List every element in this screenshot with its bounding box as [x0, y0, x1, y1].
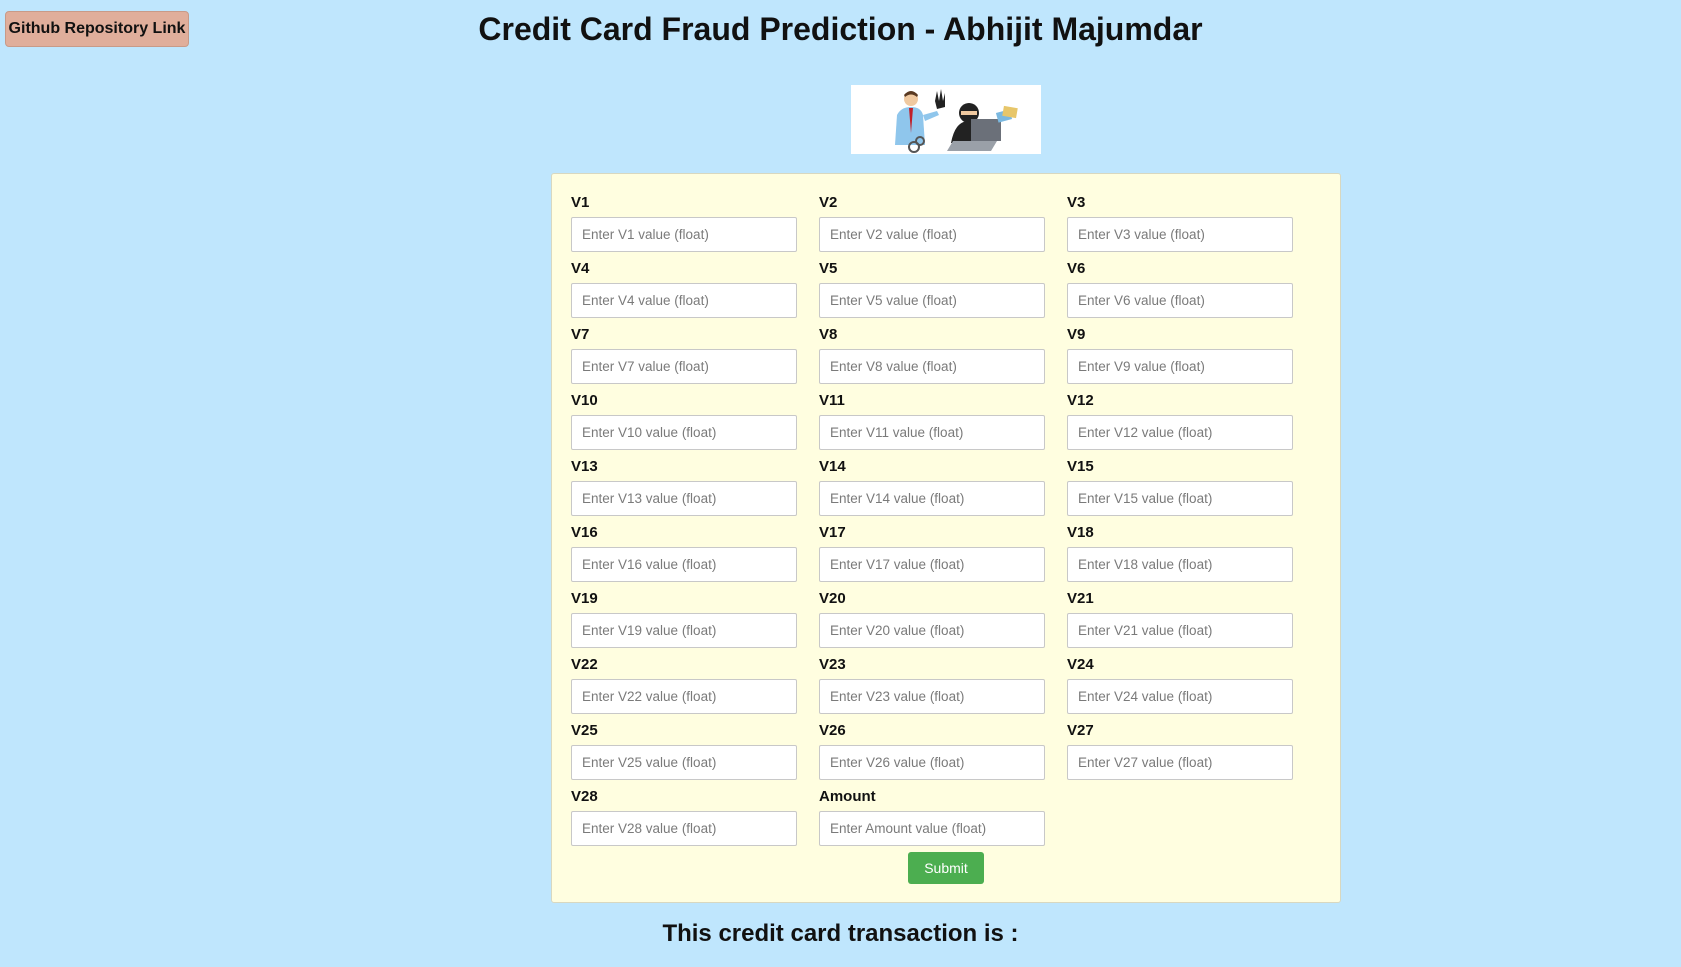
field-v8: V8 — [819, 325, 1067, 391]
label-v1: V1 — [571, 194, 590, 211]
field-v24: V24 — [1067, 655, 1293, 721]
input-v18[interactable] — [1067, 547, 1293, 582]
field-v9: V9 — [1067, 325, 1293, 391]
input-v23[interactable] — [819, 679, 1045, 714]
field-v4: V4 — [571, 259, 819, 325]
label-v27: V27 — [1067, 722, 1094, 739]
label-v6: V6 — [1067, 260, 1086, 277]
label-v2: V2 — [819, 194, 838, 211]
input-v20[interactable] — [819, 613, 1045, 648]
fields-grid: V1 V2 V3 V4 V5 V6 V7 V8 V9 V10 V11 V12 V13 V14 V15 V16 V… — [571, 193, 1311, 853]
input-v15[interactable] — [1067, 481, 1293, 516]
input-v1[interactable] — [571, 217, 797, 252]
page-title: Credit Card Fraud Prediction - Abhijit M… — [478, 11, 1203, 47]
label-v26: V26 — [819, 722, 846, 739]
field-v2: V2 — [819, 193, 1067, 259]
field-v18: V18 — [1067, 523, 1293, 589]
field-v13: V13 — [571, 457, 819, 523]
result-text: This credit card transaction is : — [662, 920, 1019, 947]
label-v3: V3 — [1067, 194, 1086, 211]
label-v19: V19 — [571, 590, 598, 607]
field-v17: V17 — [819, 523, 1067, 589]
label-v8: V8 — [819, 326, 838, 343]
input-v11[interactable] — [819, 415, 1045, 450]
prediction-form: V1 V2 V3 V4 V5 V6 V7 V8 V9 V10 V11 V12 V13 V14 V15 V16 V… — [551, 173, 1341, 903]
input-v19[interactable] — [571, 613, 797, 648]
input-v7[interactable] — [571, 349, 797, 384]
input-v6[interactable] — [1067, 283, 1293, 318]
input-v5[interactable] — [819, 283, 1045, 318]
label-v21: V21 — [1067, 590, 1094, 607]
field-v19: V19 — [571, 589, 819, 655]
label-v24: V24 — [1067, 656, 1094, 673]
input-amount[interactable] — [819, 811, 1045, 846]
input-v8[interactable] — [819, 349, 1045, 384]
label-v17: V17 — [819, 524, 846, 541]
label-v18: V18 — [1067, 524, 1094, 541]
label-v12: V12 — [1067, 392, 1094, 409]
label-v28: V28 — [571, 788, 598, 805]
label-v22: V22 — [571, 656, 598, 673]
field-v11: V11 — [819, 391, 1067, 457]
input-v16[interactable] — [571, 547, 797, 582]
label-v13: V13 — [571, 458, 598, 475]
field-v22: V22 — [571, 655, 819, 721]
label-v9: V9 — [1067, 326, 1086, 343]
label-v14: V14 — [819, 458, 846, 475]
input-v13[interactable] — [571, 481, 797, 516]
fraud-illustration-icon — [851, 85, 1041, 154]
input-v17[interactable] — [819, 547, 1045, 582]
label-v16: V16 — [571, 524, 598, 541]
label-v4: V4 — [571, 260, 590, 277]
field-v15: V15 — [1067, 457, 1293, 523]
label-v15: V15 — [1067, 458, 1094, 475]
label-amount: Amount — [819, 788, 876, 805]
label-v23: V23 — [819, 656, 846, 673]
field-v7: V7 — [571, 325, 819, 391]
field-v1: V1 — [571, 193, 819, 259]
label-v25: V25 — [571, 722, 598, 739]
label-v11: V11 — [819, 392, 845, 409]
input-v12[interactable] — [1067, 415, 1293, 450]
input-v26[interactable] — [819, 745, 1045, 780]
input-v25[interactable] — [571, 745, 797, 780]
field-v14: V14 — [819, 457, 1067, 523]
field-v3: V3 — [1067, 193, 1293, 259]
label-v5: V5 — [819, 260, 838, 277]
field-v28: V28 — [571, 787, 819, 853]
field-v10: V10 — [571, 391, 819, 457]
label-v7: V7 — [571, 326, 590, 343]
field-amount: Amount — [819, 787, 1067, 853]
field-v23: V23 — [819, 655, 1067, 721]
field-v12: V12 — [1067, 391, 1293, 457]
input-v2[interactable] — [819, 217, 1045, 252]
input-v3[interactable] — [1067, 217, 1293, 252]
label-v10: V10 — [571, 392, 598, 409]
input-v27[interactable] — [1067, 745, 1293, 780]
field-v27: V27 — [1067, 721, 1293, 787]
input-v4[interactable] — [571, 283, 797, 318]
input-v14[interactable] — [819, 481, 1045, 516]
input-v22[interactable] — [571, 679, 797, 714]
field-v25: V25 — [571, 721, 819, 787]
field-v16: V16 — [571, 523, 819, 589]
field-v20: V20 — [819, 589, 1067, 655]
field-v21: V21 — [1067, 589, 1293, 655]
input-v9[interactable] — [1067, 349, 1293, 384]
submit-button[interactable]: Submit — [908, 852, 984, 884]
input-v10[interactable] — [571, 415, 797, 450]
field-v5: V5 — [819, 259, 1067, 325]
field-v26: V26 — [819, 721, 1067, 787]
input-v21[interactable] — [1067, 613, 1293, 648]
input-v24[interactable] — [1067, 679, 1293, 714]
field-v6: V6 — [1067, 259, 1293, 325]
label-v20: V20 — [819, 590, 846, 607]
input-v28[interactable] — [571, 811, 797, 846]
